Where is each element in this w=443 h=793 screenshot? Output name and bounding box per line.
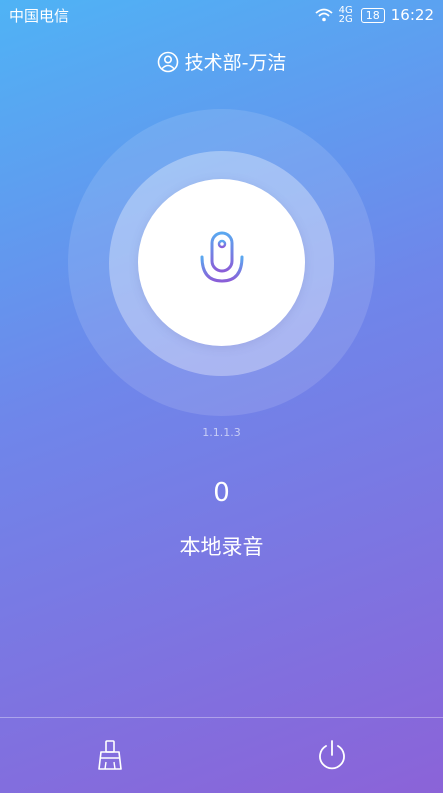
clean-button[interactable]	[90, 735, 130, 775]
clock: 16:22	[390, 6, 434, 24]
bottom-divider	[0, 717, 443, 718]
signal-icon: 4G 2G	[338, 5, 353, 25]
broom-icon	[98, 740, 122, 770]
user-header[interactable]: 技术部-万洁	[0, 48, 443, 75]
wifi-icon	[315, 8, 333, 22]
status-bar: 中国电信 4G 2G 18 16:22	[0, 0, 443, 30]
status-indicators: 4G 2G 18 16:22	[315, 5, 434, 25]
microphone-icon	[200, 231, 243, 291]
battery-icon: 18	[360, 7, 385, 23]
power-button[interactable]	[312, 735, 352, 775]
power-icon	[319, 740, 345, 770]
recording-mode-label: 本地录音	[179, 535, 264, 559]
user-icon	[157, 51, 178, 72]
record-button[interactable]	[138, 179, 305, 346]
recording-count: 0	[213, 478, 230, 508]
carrier-label: 中国电信	[9, 6, 70, 25]
version-label: 1.1.1.3	[202, 426, 241, 439]
user-name: 技术部-万洁	[184, 52, 287, 74]
